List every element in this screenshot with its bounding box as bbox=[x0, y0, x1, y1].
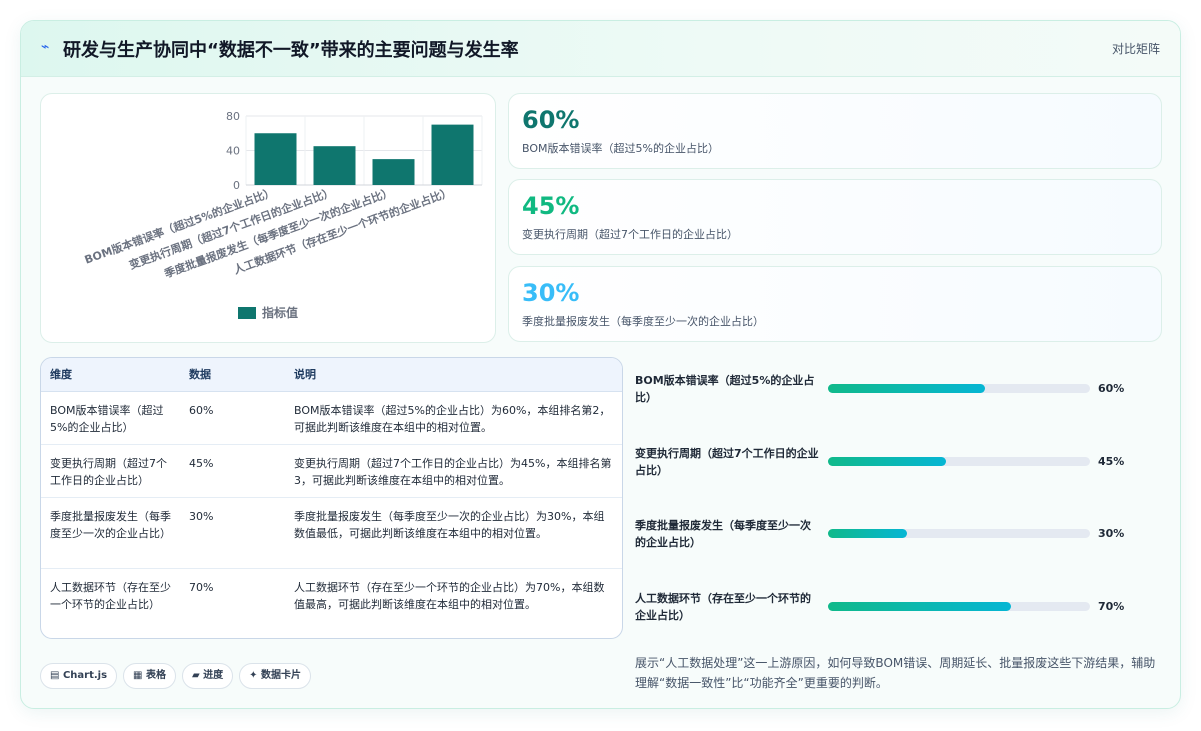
table-header-row: 维度 数据 说明 bbox=[41, 358, 622, 392]
bar-chart: 04080BOM版本错误率（超过5%的企业占比）变更执行周期（超过7个工作日的企… bbox=[83, 110, 483, 320]
folder-icon: ▰ bbox=[191, 670, 200, 681]
kpi-value: 30% bbox=[522, 279, 580, 307]
legend-swatch bbox=[238, 307, 256, 319]
table-cell-value: 45% bbox=[180, 444, 285, 498]
header-bar: ⌁ 研发与生产协同中“数据不一致”带来的主要问题与发生率 对比矩阵 bbox=[21, 21, 1180, 77]
table-cell-value: 60% bbox=[180, 391, 285, 445]
progress-track bbox=[828, 529, 1090, 538]
column-header: 维度 bbox=[41, 358, 180, 392]
table-cell-description: 人工数据环节（存在至少一个环节的企业占比）为70%，本组数值最高，可据此判断该维… bbox=[294, 580, 605, 611]
table-cell-dimension: 人工数据环节（存在至少一个环节的企业占比） bbox=[50, 580, 171, 611]
bar bbox=[431, 124, 474, 185]
table-cell-description: 季度批量报废发生（每季度至少一次的企业占比）为30%，本组数值最低，可据此判断该… bbox=[285, 497, 622, 569]
y-tick-label: 0 bbox=[233, 179, 240, 192]
progress-label: 季度批量报废发生（每季度至少一次的企业占比） bbox=[635, 519, 811, 549]
table-row: 人工数据环节（存在至少一个环节的企业占比） 70% 人工数据环节（存在至少一个环… bbox=[41, 568, 622, 638]
chart-icon: ▤ bbox=[50, 670, 60, 681]
table-cell-value: 70% bbox=[189, 580, 214, 594]
main-card: ⌁ 研发与生产协同中“数据不一致”带来的主要问题与发生率 对比矩阵 0 40 80 B… bbox=[20, 20, 1181, 709]
kpi-card: 60% BOM版本错误率（超过5%的企业占比） bbox=[508, 93, 1162, 169]
page-title: 研发与生产协同中“数据不一致”带来的主要问题与发生率 bbox=[63, 40, 519, 61]
bar bbox=[313, 146, 356, 185]
x-tick-label: 季度批量报废发生（每季度至少一次的企业占比） bbox=[161, 185, 394, 281]
table-cell-description: BOM版本错误率（超过5%的企业占比）为60%，本组排名第2，可据此判断该维度在… bbox=[285, 391, 622, 445]
progress-value: 30% bbox=[1098, 527, 1125, 540]
progress-fill bbox=[828, 529, 907, 538]
bar bbox=[254, 133, 297, 185]
data-table: 维度 数据 说明 BOM版本错误率（超过5%的企业占比） 60% BOM版本错误… bbox=[41, 358, 622, 638]
y-tick-label: 40 bbox=[226, 145, 240, 158]
table-cell-description: 变更执行周期（超过7个工作日的企业占比）为45%，本组排名第3，可据此判断该维度… bbox=[285, 444, 622, 498]
chip-label: 表格 bbox=[145, 670, 166, 681]
bar bbox=[372, 159, 415, 185]
kpi-label: 季度批量报废发生（每季度至少一次的企业占比） bbox=[522, 315, 764, 328]
table-cell-dimension: BOM版本错误率（超过5%的企业占比） bbox=[41, 391, 180, 445]
progress-fill bbox=[828, 602, 1012, 611]
chart-panel: 0 40 80 BOM版本错误率（超过5%的企业占比） 变更执行周期（超过7个工作日的企… bbox=[40, 93, 496, 343]
progress-fill bbox=[828, 457, 946, 466]
chip-label: 进度 bbox=[203, 670, 224, 681]
chip-label: Chart.js bbox=[62, 670, 108, 681]
kpi-value: 45% bbox=[522, 192, 580, 220]
data-table-panel: 维度 数据 说明 BOM版本错误率（超过5%的企业占比） 60% BOM版本错误… bbox=[40, 357, 623, 639]
chip-table[interactable]: ▦ 表格 bbox=[123, 663, 176, 689]
kpi-value: 60% bbox=[522, 106, 580, 134]
chip-chart-js[interactable]: ▤ Chart.js bbox=[40, 663, 118, 689]
progress-value: 60% bbox=[1098, 382, 1125, 395]
table-icon: ▦ bbox=[133, 670, 143, 681]
summary-note: 展示“人工数据处理”这一上游原因，如何导致BOM错误、周期延长、批量报废这些下游… bbox=[635, 656, 1156, 690]
tech-chips: ▤ Chart.js ▦ 表格 ▰ 进度 ✦ 数据卡片 bbox=[40, 663, 317, 689]
kpi-card: 30% 季度批量报废发生（每季度至少一次的企业占比） bbox=[508, 266, 1162, 342]
kpi-label: BOM版本错误率（超过5%的企业占比） bbox=[522, 142, 719, 155]
chip-progress[interactable]: ▰ 进度 bbox=[181, 663, 234, 689]
table-cell-dimension: 变更执行周期（超过7个工作日的企业占比） bbox=[41, 444, 180, 498]
progress-track bbox=[828, 384, 1090, 393]
column-header: 说明 bbox=[285, 358, 622, 392]
legend-label: 指标值 bbox=[262, 305, 298, 320]
kpi-label: 变更执行周期（超过7个工作日的企业占比） bbox=[522, 228, 738, 241]
column-header: 数据 bbox=[180, 358, 285, 392]
progress-label: BOM版本错误率（超过5%的企业占比） bbox=[635, 374, 815, 404]
chip-label: 数据卡片 bbox=[261, 670, 302, 681]
y-tick-label: 80 bbox=[226, 110, 240, 123]
progress-label: 人工数据环节（存在至少一个环节的企业占比） bbox=[635, 592, 811, 622]
sparkle-icon: ✦ bbox=[249, 670, 258, 681]
table-cell-value: 30% bbox=[180, 497, 285, 569]
view-tag: 对比矩阵 bbox=[1111, 42, 1160, 56]
table-row: BOM版本错误率（超过5%的企业占比） 60% BOM版本错误率（超过5%的企业… bbox=[41, 391, 622, 445]
bolt-icon: ⌁ bbox=[41, 39, 50, 55]
chip-data-card[interactable]: ✦ 数据卡片 bbox=[239, 663, 312, 689]
kpi-card: 45% 变更执行周期（超过7个工作日的企业占比） bbox=[508, 179, 1162, 255]
progress-fill bbox=[828, 384, 986, 393]
table-row: 季度批量报废发生（每季度至少一次的企业占比） 30% 季度批量报废发生（每季度至… bbox=[41, 497, 622, 569]
progress-value: 70% bbox=[1098, 600, 1125, 613]
progress-track bbox=[828, 457, 1090, 466]
progress-track bbox=[828, 602, 1090, 611]
progress-value: 45% bbox=[1098, 455, 1125, 468]
table-row: 变更执行周期（超过7个工作日的企业占比） 45% 变更执行周期（超过7个工作日的… bbox=[41, 444, 622, 498]
table-cell-dimension: 季度批量报废发生（每季度至少一次的企业占比） bbox=[41, 497, 180, 569]
progress-label: 变更执行周期（超过7个工作日的企业占比） bbox=[635, 447, 819, 477]
